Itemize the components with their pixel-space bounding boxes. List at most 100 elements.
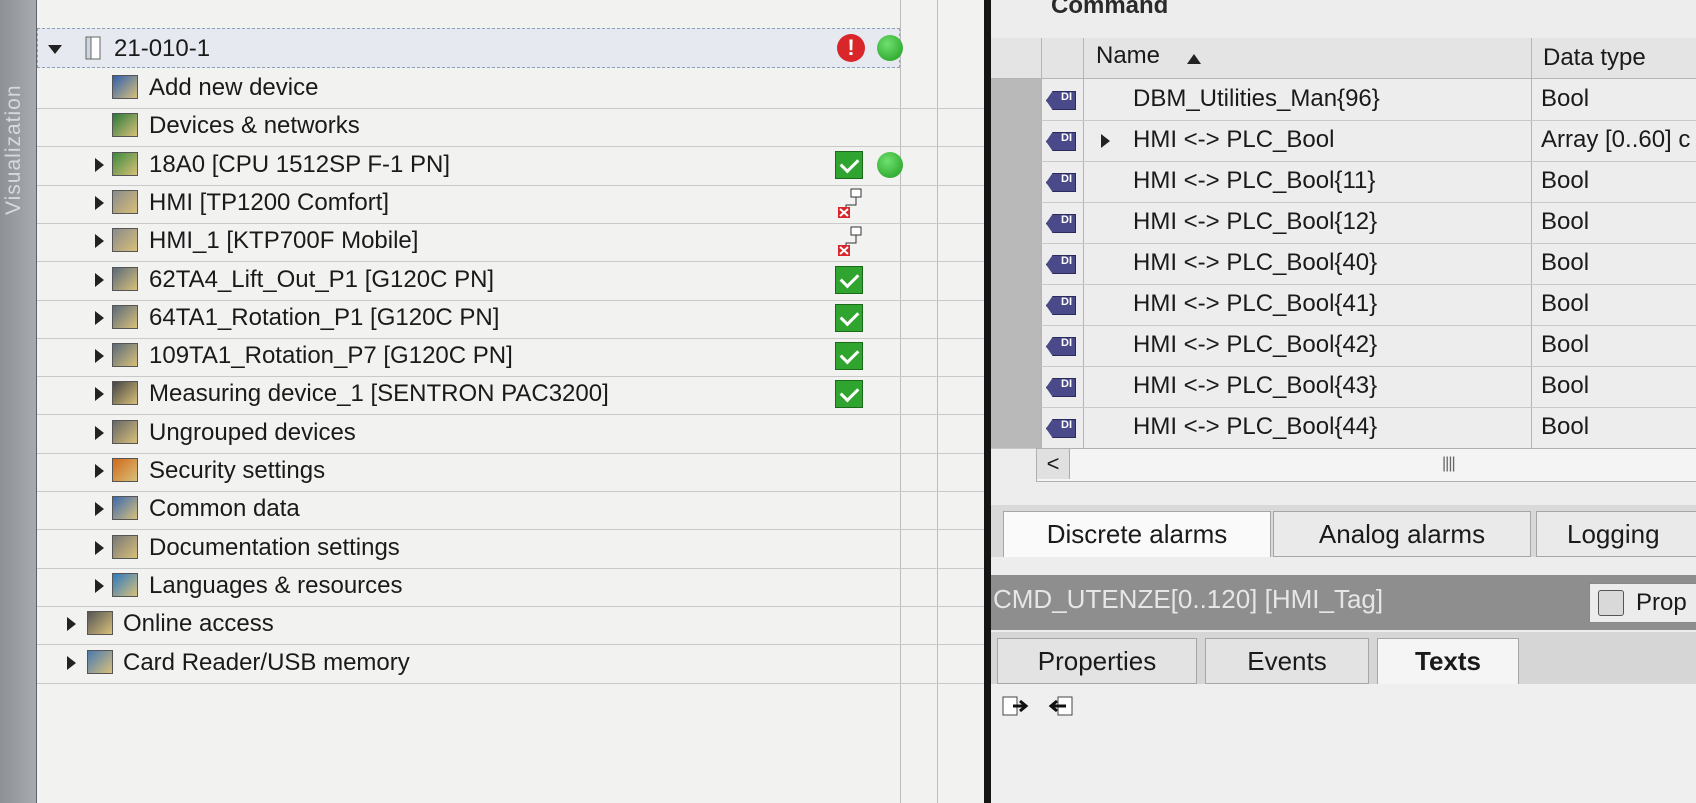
expand-arrow-icon[interactable]	[95, 502, 104, 517]
tree-item-hmi-1-ktp700f-mobile[interactable]: HMI_1 [KTP700F Mobile]	[37, 221, 984, 263]
table-row[interactable]: HMI <-> PLC_Bool{40} Bool	[991, 243, 1696, 285]
tag-icon	[1046, 378, 1076, 397]
tag-data-type: Bool	[1541, 167, 1590, 194]
scroll-left-button[interactable]: <	[1037, 449, 1070, 479]
online-access-icon	[87, 611, 113, 636]
import-text-icon[interactable]	[1046, 694, 1076, 720]
tree-item-62ta4-lift-out-p1-g120c-pn[interactable]: 62TA4_Lift_Out_P1 [G120C PN]	[37, 260, 984, 301]
tag-name: HMI <-> PLC_Bool{40}	[1133, 249, 1378, 276]
row-selector[interactable]	[991, 366, 1041, 407]
row-selector[interactable]	[991, 284, 1041, 325]
hmi-tags-panel: Command Name Data type DBM_Utilities_Man…	[991, 0, 1696, 803]
card-reader-icon	[87, 649, 113, 674]
horizontal-scrollbar[interactable]: < ||||	[1036, 448, 1696, 482]
vertical-task-strip[interactable]: Visualization	[0, 0, 37, 803]
tree-item-label: 109TA1_Rotation_P7 [G120C PN]	[149, 342, 513, 370]
expand-arrow-icon[interactable]	[67, 655, 76, 670]
check-status-icon	[835, 150, 863, 179]
table-row[interactable]: HMI <-> PLC_Bool{44} Bool	[991, 407, 1696, 449]
table-row[interactable]: HMI <-> PLC_Bool{41} Bool	[991, 284, 1696, 326]
tree-item-security-settings[interactable]: Security settings	[37, 451, 984, 492]
expand-arrow-icon[interactable]	[95, 349, 104, 364]
tree-item-ungrouped-devices[interactable]: Ungrouped devices	[37, 413, 984, 454]
cpu-icon	[112, 151, 138, 176]
tree-item-documentation-settings[interactable]: Documentation settings	[37, 528, 984, 569]
expand-arrow-icon[interactable]	[95, 387, 104, 402]
tree-item-label: HMI [TP1200 Comfort]	[149, 188, 390, 216]
properties-button[interactable]: Prop	[1589, 583, 1696, 623]
tree-item-measuring-device-1-sentron-pac3200[interactable]: Measuring device_1 [SENTRON PAC3200]	[37, 374, 984, 416]
project-icon	[85, 36, 101, 60]
sort-ascending-icon[interactable]	[1187, 54, 1201, 64]
meter-icon	[112, 381, 138, 406]
tree-item-109ta1-rotation-p7-g120c-pn[interactable]: 109TA1_Rotation_P7 [G120C PN]	[37, 336, 984, 378]
project-tree: 21-010-1 ! Add new device Devices & netwo…	[37, 0, 984, 803]
table-row[interactable]: HMI <-> PLC_Bool{42} Bool	[991, 325, 1696, 367]
scroll-grip-icon[interactable]: ||||	[1442, 455, 1456, 473]
tree-item-card-reader-usb-memory[interactable]: Card Reader/USB memory	[37, 643, 984, 684]
table-row[interactable]: HMI <-> PLC_Bool Array [0..60] c	[991, 120, 1696, 162]
tab-texts[interactable]: Texts	[1377, 638, 1519, 684]
tag-name: HMI <-> PLC_Bool{11}	[1133, 167, 1376, 194]
expand-arrow-icon[interactable]	[95, 157, 104, 172]
tree-item-label: Ungrouped devices	[149, 418, 356, 446]
table-row[interactable]: HMI <-> PLC_Bool{43} Bool	[991, 366, 1696, 408]
row-selector[interactable]	[991, 407, 1041, 448]
expand-arrow-icon[interactable]	[95, 425, 104, 440]
tab-logging[interactable]: Logging	[1536, 511, 1696, 557]
tree-item-label: Online access	[123, 610, 274, 638]
tree-root-project[interactable]: 21-010-1	[37, 28, 900, 68]
expand-arrow-icon[interactable]	[95, 540, 104, 555]
tree-item-18a0-cpu-1512sp-f-1-pn[interactable]: 18A0 [CPU 1512SP F-1 PN]	[37, 145, 984, 186]
row-selector[interactable]	[991, 161, 1041, 202]
table-title: Command	[1051, 0, 1169, 19]
selected-object-title: CMD_UTENZE[0..120] [HMI_Tag]	[993, 584, 1384, 614]
row-selector[interactable]	[991, 79, 1041, 120]
expand-arrow-icon[interactable]	[67, 617, 76, 632]
row-selector[interactable]	[991, 243, 1041, 284]
check-status-icon	[835, 342, 863, 371]
tab-events[interactable]: Events	[1205, 638, 1369, 684]
panel-splitter[interactable]	[984, 0, 991, 803]
tree-item-common-data[interactable]: Common data	[37, 489, 984, 531]
green-dot-icon	[877, 35, 903, 61]
tree-item-online-access[interactable]: Online access	[37, 604, 984, 646]
tag-data-type: Bool	[1541, 85, 1590, 112]
expand-arrow-icon[interactable]	[95, 310, 104, 325]
expand-arrow-icon[interactable]	[95, 195, 104, 210]
expand-arrow-icon[interactable]	[95, 234, 104, 249]
table-row[interactable]: HMI <-> PLC_Bool{12} Bool	[991, 202, 1696, 244]
expand-arrow-icon[interactable]	[95, 578, 104, 593]
tree-item-label: Security settings	[149, 457, 326, 484]
tag-data-type: Bool	[1541, 331, 1590, 358]
table-row[interactable]: HMI <-> PLC_Bool{11} Bool	[991, 161, 1696, 203]
tree-item-hmi-tp1200-comfort[interactable]: HMI [TP1200 Comfort]	[37, 183, 984, 224]
tree-item-label: Languages & resources	[149, 571, 403, 599]
tag-name: HMI <-> PLC_Bool{12}	[1133, 208, 1378, 235]
row-selector[interactable]	[991, 325, 1041, 366]
column-header-name[interactable]: Name	[1096, 42, 1160, 70]
row-selector[interactable]	[991, 202, 1041, 243]
tab-analog-alarms[interactable]: Analog alarms	[1273, 511, 1531, 557]
table-row[interactable]: DBM_Utilities_Man{96} Bool	[991, 79, 1696, 121]
expand-arrow-icon[interactable]	[48, 45, 62, 54]
tab-properties[interactable]: Properties	[997, 638, 1197, 684]
alarm-tabs: Discrete alarms Analog alarms Logging	[991, 505, 1696, 557]
tree-item-64ta1-rotation-p1-g120c-pn[interactable]: 64TA1_Rotation_P1 [G120C PN]	[37, 298, 984, 339]
tree-item-add-new-device[interactable]: Add new device	[37, 68, 984, 109]
expand-arrow-icon[interactable]	[95, 464, 104, 478]
tree-item-languages-resources[interactable]: Languages & resources	[37, 566, 984, 607]
tab-discrete-alarms[interactable]: Discrete alarms	[1003, 511, 1271, 557]
error-icon: !	[837, 34, 865, 62]
export-text-icon[interactable]	[1001, 694, 1031, 720]
table-header: Name Data type	[991, 38, 1696, 79]
hmi-icon	[112, 189, 138, 214]
tree-item-label: 18A0 [CPU 1512SP F-1 PN]	[149, 150, 451, 178]
tree-item-label: Card Reader/USB memory	[123, 648, 410, 676]
tag-icon	[1046, 337, 1076, 356]
column-header-data-type[interactable]: Data type	[1543, 44, 1646, 72]
row-selector[interactable]	[991, 120, 1041, 161]
tree-item-devices-networks[interactable]: Devices & networks	[37, 106, 984, 148]
expand-arrow-icon[interactable]	[1101, 134, 1110, 148]
expand-arrow-icon[interactable]	[95, 272, 104, 287]
